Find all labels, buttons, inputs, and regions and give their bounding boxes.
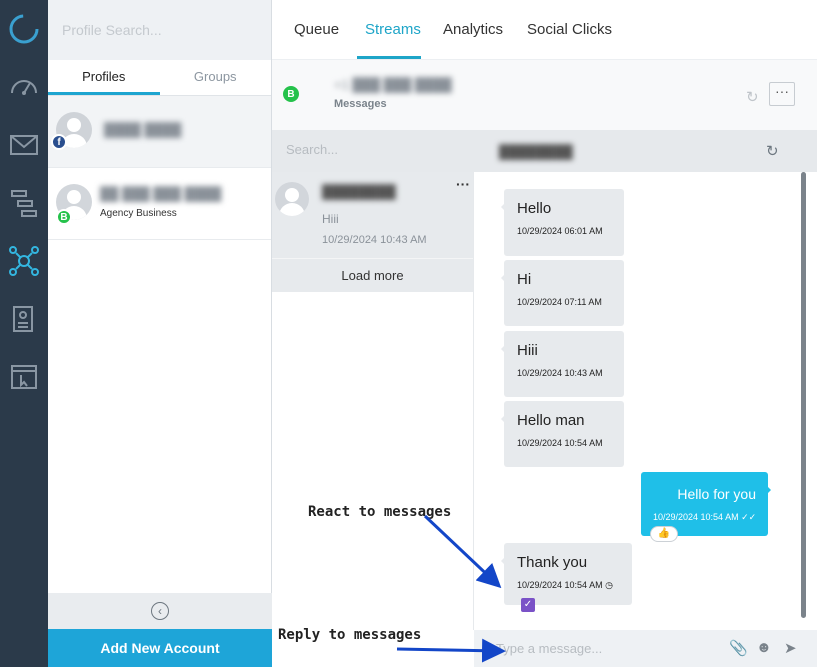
- message-text: Hello for you: [677, 486, 756, 502]
- top-navigation: Queue Streams Analytics Social Clicks: [272, 0, 817, 60]
- reply-annotation: Reply to messages: [278, 627, 422, 643]
- whatsapp-business-icon: B: [283, 86, 299, 102]
- emoji-icon[interactable]: ☻: [756, 639, 772, 656]
- message-time: 10/29/2024 10:54 AM ◷: [517, 580, 613, 590]
- incoming-message[interactable]: Hello 10/29/2024 06:01 AM: [501, 189, 624, 256]
- reaction-thumbs-up-icon[interactable]: 👍: [650, 526, 678, 542]
- browser-cursor-icon[interactable]: [5, 358, 43, 396]
- message-text: Hiii: [517, 342, 538, 359]
- mail-icon[interactable]: [5, 126, 43, 164]
- report-icon[interactable]: [5, 300, 43, 338]
- message-time: 10/29/2024 07:11 AM: [517, 297, 602, 307]
- profile-search-input[interactable]: [62, 22, 257, 38]
- stream-label: Messages: [334, 98, 387, 110]
- tab-social-clicks[interactable]: Social Clicks: [527, 21, 612, 38]
- network-hub-icon[interactable]: [5, 242, 43, 280]
- add-new-account-button[interactable]: Add New Account: [48, 629, 272, 667]
- refresh-icon[interactable]: ↻: [766, 142, 779, 160]
- incoming-message[interactable]: Thank you 10/29/2024 10:54 AM ◷: [501, 543, 632, 605]
- chat-scrollbar[interactable]: [801, 172, 806, 618]
- message-time: 10/29/2024 10:43 AM: [517, 368, 603, 378]
- message-composer: 📎 ☻ ➤: [474, 630, 817, 667]
- load-more-button[interactable]: Load more: [272, 258, 473, 292]
- incoming-message[interactable]: Hello man 10/29/2024 10:54 AM: [501, 401, 624, 467]
- collapse-panel-button[interactable]: ‹: [48, 593, 272, 629]
- react-annotation: React to messages: [308, 504, 452, 520]
- loading-ring-icon[interactable]: [5, 10, 43, 48]
- send-icon[interactable]: ➤: [784, 639, 797, 657]
- conversation-menu-icon[interactable]: ···: [456, 176, 470, 192]
- message-text: Hi: [517, 271, 532, 288]
- contact-name-blurred: ████████: [322, 184, 396, 199]
- paperclip-icon[interactable]: 📎: [729, 639, 748, 657]
- refresh-icon[interactable]: ↻: [746, 88, 759, 106]
- incoming-message[interactable]: Hi 10/29/2024 07:11 AM: [501, 260, 624, 326]
- double-check-icon: ✓✓: [741, 512, 757, 522]
- more-options-button[interactable]: ···: [769, 82, 795, 106]
- profile-number-blurred: ██ ███ ███ ████: [100, 186, 222, 201]
- icon-rail: [0, 0, 48, 667]
- chat-thread: Hello 10/29/2024 06:01 AM Hi 10/29/2024 …: [474, 172, 817, 630]
- conversation-bar: ████████ ↻: [272, 130, 817, 172]
- message-text: Hello man: [517, 412, 585, 429]
- active-tab-indicator: [357, 56, 421, 59]
- account-number-blurred: +1 ███ ███ ████: [334, 77, 452, 92]
- message-time: 10/29/2024 10:54 AM ✓✓: [653, 512, 757, 522]
- profile-business-label: Agency Business: [100, 208, 177, 219]
- conversation-preview: Hiii: [322, 212, 339, 226]
- whatsapp-business-icon: B: [56, 209, 72, 225]
- tab-profiles[interactable]: Profiles: [48, 60, 160, 95]
- conversation-item[interactable]: ████████ ··· Hiii 10/29/2024 10:43 AM: [272, 172, 473, 258]
- profiles-panel: Profiles Groups f ████ ████ B ██ ███ ███…: [48, 0, 272, 667]
- tab-streams[interactable]: Streams: [365, 21, 421, 38]
- hierarchy-icon[interactable]: [5, 184, 43, 222]
- message-text: Thank you: [517, 554, 588, 571]
- message-input[interactable]: [496, 641, 706, 656]
- chevron-left-icon: ‹: [151, 602, 169, 620]
- message-time: 10/29/2024 10:54 AM: [517, 438, 603, 448]
- tab-analytics[interactable]: Analytics: [443, 21, 503, 38]
- conversation-search-input[interactable]: [286, 142, 446, 157]
- message-time: 10/29/2024 06:01 AM: [517, 226, 603, 236]
- main-area: Queue Streams Analytics Social Clicks B …: [272, 0, 817, 667]
- profile-search-bar: [48, 0, 271, 60]
- avatar: [275, 182, 309, 216]
- tab-queue[interactable]: Queue: [294, 21, 339, 38]
- contact-name-blurred: ████████: [499, 144, 573, 159]
- profile-row-whatsapp[interactable]: B ██ ███ ███ ████ Agency Business: [48, 168, 271, 240]
- conversation-time: 10/29/2024 10:43 AM: [322, 234, 427, 246]
- profile-row-facebook[interactable]: f ████ ████: [48, 96, 271, 168]
- react-checkbox[interactable]: ✓: [521, 598, 535, 612]
- profile-name-blurred: ████ ████: [104, 122, 182, 137]
- incoming-message[interactable]: Hiii 10/29/2024 10:43 AM: [501, 331, 624, 397]
- stream-account-header: B +1 ███ ███ ████ Messages ↻ ···: [272, 60, 817, 130]
- dashboard-gauge-icon[interactable]: [5, 68, 43, 106]
- tab-groups[interactable]: Groups: [160, 60, 272, 95]
- profile-tabs: Profiles Groups: [48, 60, 271, 96]
- clock-icon: ◷: [605, 580, 613, 590]
- message-text: Hello: [517, 200, 552, 217]
- facebook-icon: f: [51, 134, 67, 150]
- conversation-list: ████████ ··· Hiii 10/29/2024 10:43 AM Lo…: [272, 172, 474, 630]
